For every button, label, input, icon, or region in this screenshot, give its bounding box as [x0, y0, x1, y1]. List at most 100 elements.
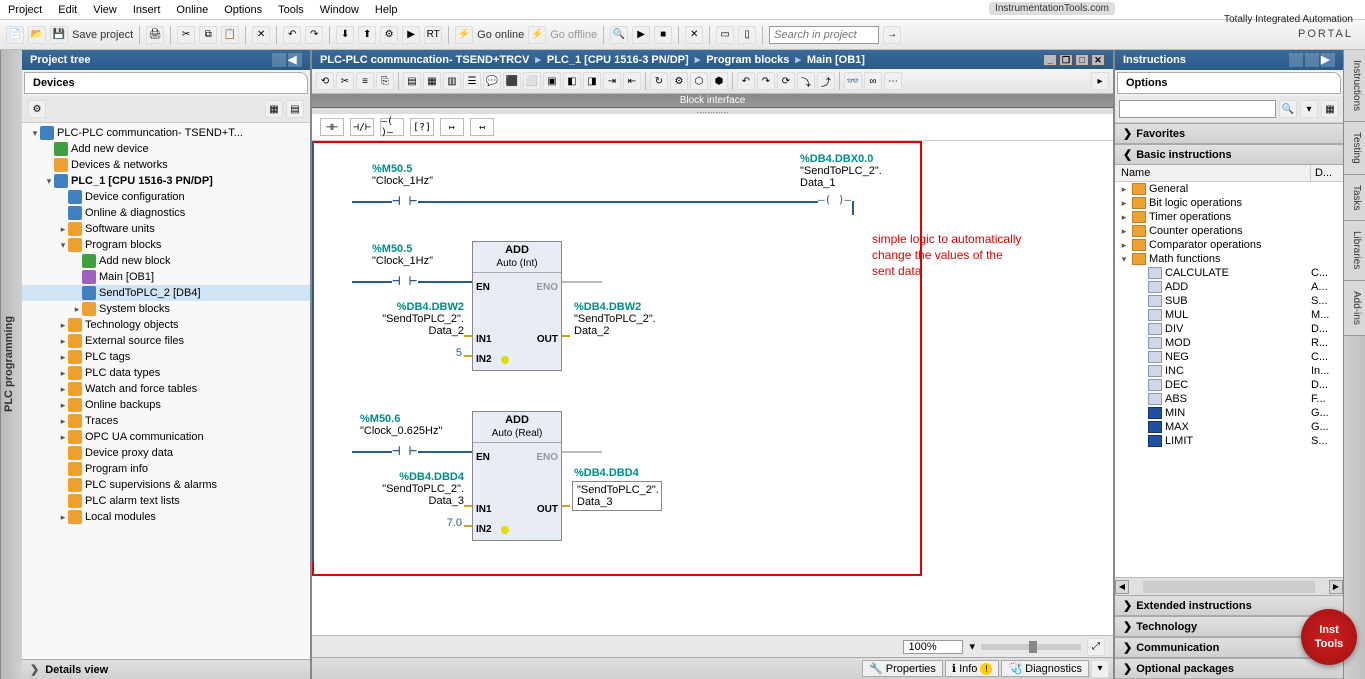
bc-0[interactable]: PLC-PLC communcation- TSEND+TRCV	[320, 54, 529, 66]
rung2-contact[interactable]: ⊣ ⊢	[392, 273, 417, 289]
ladder-canvas[interactable]: ⊣ ⊢ %M50.5 "Clock_1Hz" –( )– %DB4.DBX0.0…	[312, 141, 1113, 635]
min-icon[interactable]: _	[1043, 54, 1057, 66]
et-3[interactable]: ≡	[356, 72, 374, 90]
block-interface-bar[interactable]: Block interface	[312, 94, 1113, 108]
et-10[interactable]: ⬛	[503, 72, 521, 90]
tree-row[interactable]: Device proxy data	[22, 445, 310, 461]
et-20[interactable]: ⬢	[710, 72, 728, 90]
redo-icon[interactable]: ↷	[305, 26, 323, 44]
inst-group[interactable]: ▸Bit logic operations	[1115, 196, 1343, 210]
inst-item[interactable]: NEGC...	[1115, 350, 1343, 364]
inst-pin-icon[interactable]	[1289, 53, 1303, 67]
go-online-button[interactable]: Go online	[477, 29, 524, 41]
basic-instructions-accordion[interactable]: ❮Basic instructions	[1115, 144, 1343, 165]
inst-item[interactable]: DECD...	[1115, 378, 1343, 392]
undo-icon[interactable]: ↶	[283, 26, 301, 44]
start-cpu-icon[interactable]: ▶	[632, 26, 650, 44]
menu-tools[interactable]: Tools	[278, 4, 304, 16]
et-28[interactable]: ⋯	[884, 72, 902, 90]
tree-row[interactable]: PLC alarm text lists	[22, 493, 310, 509]
download-icon[interactable]: ⬇	[336, 26, 354, 44]
restore-icon[interactable]: ❐	[1059, 54, 1073, 66]
inst-item[interactable]: DIVD...	[1115, 322, 1343, 336]
tree-row[interactable]: SendToPLC_2 [DB4]	[22, 285, 310, 301]
zoom-dropdown-icon[interactable]: ▾	[969, 640, 975, 653]
tab-properties[interactable]: 🔧Properties	[862, 660, 943, 677]
paste-icon[interactable]: 📋	[221, 26, 239, 44]
et-18[interactable]: ⚙	[670, 72, 688, 90]
tree-view2-icon[interactable]: ▤	[286, 100, 304, 118]
inst-item[interactable]: SUBS...	[1115, 294, 1343, 308]
compile-icon[interactable]: ⚙	[380, 26, 398, 44]
accessible-icon[interactable]: 🔍	[610, 26, 628, 44]
tree-row[interactable]: Add new device	[22, 141, 310, 157]
split-h-icon[interactable]: ▭	[716, 26, 734, 44]
inst-group[interactable]: ▸Comparator operations	[1115, 238, 1343, 252]
tree-row[interactable]: ▸Traces	[22, 413, 310, 429]
tree-row[interactable]: Add new block	[22, 253, 310, 269]
inst-item[interactable]: CALCULATEC...	[1115, 266, 1343, 280]
tree-row[interactable]: ▸OPC UA communication	[22, 429, 310, 445]
zoom-select[interactable]: 100%	[903, 640, 963, 654]
scroll-left-icon[interactable]: ◀	[1115, 580, 1129, 594]
scroll-right-icon[interactable]: ▶	[1329, 580, 1343, 594]
tree-row[interactable]: PLC supervisions & alarms	[22, 477, 310, 493]
go-online-icon[interactable]: ⚡	[455, 26, 473, 44]
et-24[interactable]: ⤵	[797, 72, 815, 90]
et-2[interactable]: ✂	[336, 72, 354, 90]
inst-group[interactable]: ▸Timer operations	[1115, 210, 1343, 224]
inst-group[interactable]: ▸Counter operations	[1115, 224, 1343, 238]
vtab-libraries[interactable]: Libraries	[1344, 221, 1365, 280]
tree-row[interactable]: ▸Online backups	[22, 397, 310, 413]
inst-item[interactable]: INCIn...	[1115, 364, 1343, 378]
instructions-search-input[interactable]	[1119, 100, 1276, 118]
et-13[interactable]: ◧	[563, 72, 581, 90]
tree-row[interactable]: ▸System blocks	[22, 301, 310, 317]
et-12[interactable]: ▣	[543, 72, 561, 90]
tree-row[interactable]: Online & diagnostics	[22, 205, 310, 221]
inst-view-icon[interactable]: ▦	[1321, 100, 1339, 118]
tree-row[interactable]: ▸Software units	[22, 221, 310, 237]
tree-row[interactable]: ▸PLC data types	[22, 365, 310, 381]
inst-item[interactable]: ABSF...	[1115, 392, 1343, 406]
inst-group[interactable]: ▾Math functions	[1115, 252, 1343, 266]
project-tree[interactable]: ▾PLC-PLC communcation- TSEND+T...Add new…	[22, 123, 310, 659]
save-project-button[interactable]: Save project	[72, 29, 133, 41]
inst-item[interactable]: LIMITS...	[1115, 434, 1343, 448]
max-icon[interactable]: □	[1075, 54, 1089, 66]
inst-item[interactable]: ADDA...	[1115, 280, 1343, 294]
tab-info[interactable]: ℹInfo!	[945, 660, 1000, 677]
lad-branch-open[interactable]: ↦	[440, 118, 464, 136]
et-23[interactable]: ⟳	[777, 72, 795, 90]
new-project-icon[interactable]: 📄	[6, 26, 24, 44]
et-19[interactable]: ⬡	[690, 72, 708, 90]
tree-row[interactable]: Device configuration	[22, 189, 310, 205]
tree-row[interactable]: ▾PLC_1 [CPU 1516-3 PN/DP]	[22, 173, 310, 189]
simulate-icon[interactable]: ▶	[402, 26, 420, 44]
tree-row[interactable]: Program info	[22, 461, 310, 477]
et-25[interactable]: ⤴	[817, 72, 835, 90]
rung1-contact[interactable]: ⊣ ⊢	[392, 193, 417, 209]
et-21[interactable]: ↶	[737, 72, 755, 90]
et-22[interactable]: ↷	[757, 72, 775, 90]
bc-3[interactable]: Main [OB1]	[807, 54, 865, 66]
open-project-icon[interactable]: 📂	[28, 26, 46, 44]
tree-row[interactable]: Devices & networks	[22, 157, 310, 173]
lad-nc-contact[interactable]: ⊣/⊢	[350, 118, 374, 136]
inst-item[interactable]: MAXG...	[1115, 420, 1343, 434]
et-27[interactable]: ∞	[864, 72, 882, 90]
upload-icon[interactable]: ⬆	[358, 26, 376, 44]
et-15[interactable]: ⇥	[603, 72, 621, 90]
tree-tool-icon[interactable]: ⚙	[28, 100, 46, 118]
et-5[interactable]: ▤	[403, 72, 421, 90]
menu-online[interactable]: Online	[176, 4, 208, 16]
split-v-icon[interactable]: ▯	[738, 26, 756, 44]
inst-group[interactable]: ▸General	[1115, 182, 1343, 196]
inst-dock-icon[interactable]	[1305, 53, 1319, 67]
vtab-instructions[interactable]: Instructions	[1344, 50, 1365, 122]
instructions-table[interactable]: ▸General▸Bit logic operations▸Timer oper…	[1115, 182, 1343, 577]
tree-row[interactable]: ▸External source files	[22, 333, 310, 349]
search-input[interactable]	[769, 26, 879, 44]
extended-accordion[interactable]: ❯Extended instructions	[1115, 595, 1343, 616]
cross-ref-icon[interactable]: ✕	[685, 26, 703, 44]
